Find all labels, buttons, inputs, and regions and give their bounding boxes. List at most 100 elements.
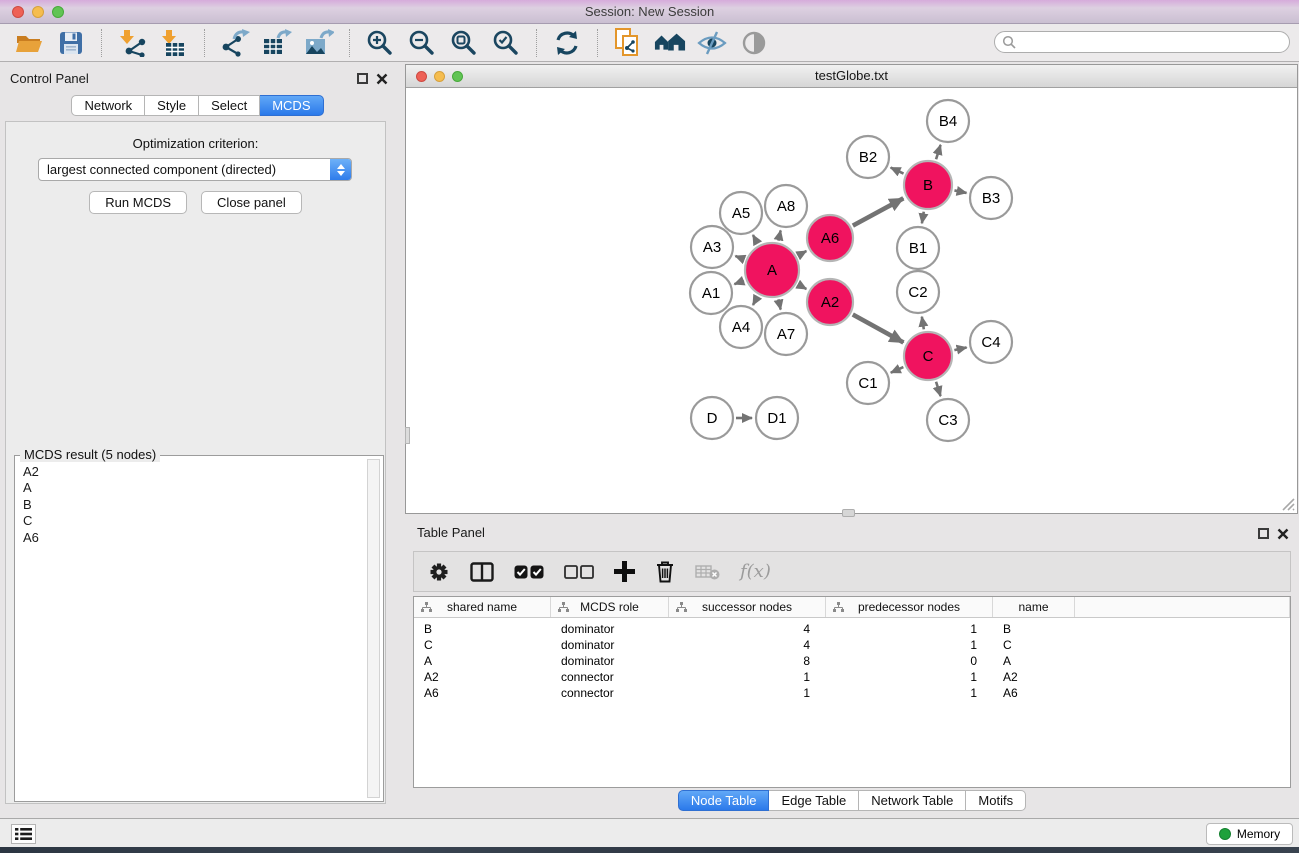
column-header-predecessor-nodes[interactable]: predecessor nodes bbox=[826, 597, 993, 617]
graph-node-C3[interactable]: C3 bbox=[927, 399, 969, 441]
create-column-button[interactable] bbox=[614, 561, 635, 582]
run-mcds-button[interactable]: Run MCDS bbox=[89, 191, 187, 214]
mcds-result-item[interactable]: C bbox=[23, 513, 367, 529]
table-row[interactable]: A6connector11A6 bbox=[414, 685, 1290, 701]
control-panel-float-button[interactable] bbox=[357, 73, 368, 84]
minimize-window-button[interactable] bbox=[32, 6, 44, 18]
close-window-button[interactable] bbox=[12, 6, 24, 18]
import-network-button[interactable] bbox=[116, 27, 148, 59]
graph-node-B[interactable]: B bbox=[904, 161, 952, 209]
graph-edge-B-B4[interactable] bbox=[936, 145, 940, 159]
table-row[interactable]: Bdominator41B bbox=[414, 621, 1290, 637]
mcds-result-scrollbar[interactable] bbox=[367, 459, 380, 798]
graph-edge-A-A3[interactable] bbox=[735, 256, 744, 259]
table-settings-button[interactable] bbox=[428, 561, 450, 583]
graph-edge-C-C3[interactable] bbox=[936, 382, 940, 396]
zoom-selected-button[interactable] bbox=[490, 27, 522, 59]
search-input[interactable] bbox=[1017, 33, 1289, 51]
graph-node-B3[interactable]: B3 bbox=[970, 177, 1012, 219]
dropdown-stepper[interactable] bbox=[330, 159, 351, 180]
column-header-mcds-role[interactable]: MCDS role bbox=[551, 597, 669, 617]
criterion-dropdown[interactable]: largest connected component (directed) bbox=[38, 158, 352, 181]
network-zoom-button[interactable] bbox=[452, 71, 463, 82]
show-column-panel-button[interactable] bbox=[470, 562, 494, 582]
delete-columns-button[interactable] bbox=[655, 560, 675, 583]
tab-edge-table[interactable]: Edge Table bbox=[769, 790, 859, 811]
zoom-window-button[interactable] bbox=[52, 6, 64, 18]
graph-node-A3[interactable]: A3 bbox=[691, 226, 733, 268]
resize-grip-icon[interactable] bbox=[1280, 496, 1295, 511]
graph-edge-A-A4[interactable] bbox=[753, 296, 758, 305]
mcds-result-item[interactable]: A bbox=[23, 480, 367, 496]
column-header-name[interactable]: name bbox=[993, 597, 1075, 617]
save-session-button[interactable] bbox=[55, 27, 87, 59]
tab-mcds[interactable]: MCDS bbox=[260, 95, 323, 116]
graph-edge-B-B1[interactable] bbox=[922, 212, 924, 224]
graph-node-D1[interactable]: D1 bbox=[756, 397, 798, 439]
graph-edge-A-A1[interactable] bbox=[734, 281, 744, 285]
table-row[interactable]: Adominator80A bbox=[414, 653, 1290, 669]
column-header-shared-name[interactable]: shared name bbox=[414, 597, 551, 617]
graph-edge-B-B3[interactable] bbox=[954, 190, 966, 192]
table-panel-close-button[interactable] bbox=[1277, 528, 1289, 540]
graph-edge-A2-C[interactable] bbox=[853, 315, 904, 343]
tab-node-table[interactable]: Node Table bbox=[678, 790, 770, 811]
graph-node-A7[interactable]: A7 bbox=[765, 313, 807, 355]
table-row[interactable]: A2connector11A2 bbox=[414, 669, 1290, 685]
function-builder-button[interactable]: f(x) bbox=[740, 561, 771, 582]
tab-motifs[interactable]: Motifs bbox=[966, 790, 1026, 811]
graph-edge-A-A2[interactable] bbox=[798, 284, 806, 288]
refresh-button[interactable] bbox=[551, 27, 583, 59]
graph-node-A2[interactable]: A2 bbox=[807, 279, 853, 325]
graph-edge-A-A5[interactable] bbox=[753, 235, 758, 244]
mcds-result-item[interactable]: B bbox=[23, 497, 367, 513]
tab-network[interactable]: Network bbox=[71, 95, 145, 116]
mcds-result-item[interactable]: A2 bbox=[23, 464, 367, 480]
export-image-button[interactable] bbox=[303, 27, 335, 59]
mcds-result-item[interactable]: A6 bbox=[23, 530, 367, 546]
delete-table-button[interactable] bbox=[695, 563, 720, 580]
control-panel-close-button[interactable] bbox=[376, 73, 388, 85]
network-minimize-button[interactable] bbox=[434, 71, 445, 82]
select-all-columns-button[interactable] bbox=[514, 565, 544, 579]
hide-graphics-details-button[interactable] bbox=[696, 27, 728, 59]
graph-node-C2[interactable]: C2 bbox=[897, 271, 939, 313]
graph-edge-A-A6[interactable] bbox=[798, 251, 806, 255]
network-close-button[interactable] bbox=[416, 71, 427, 82]
export-network-button[interactable] bbox=[219, 27, 251, 59]
graph-node-B2[interactable]: B2 bbox=[847, 136, 889, 178]
graph-node-A[interactable]: A bbox=[745, 243, 799, 297]
memory-button[interactable]: Memory bbox=[1206, 823, 1293, 845]
graph-node-B4[interactable]: B4 bbox=[927, 100, 969, 142]
graph-edge-C-C4[interactable] bbox=[954, 347, 966, 350]
horizontal-divider-grip[interactable] bbox=[842, 509, 855, 517]
show-graphics-details-button[interactable] bbox=[738, 27, 770, 59]
search-field[interactable] bbox=[994, 31, 1290, 53]
graph-edge-C-C1[interactable] bbox=[891, 367, 904, 373]
graph-edge-B-B2[interactable] bbox=[891, 168, 904, 174]
graph-edge-A6-B[interactable] bbox=[853, 198, 904, 225]
graph-node-A1[interactable]: A1 bbox=[690, 272, 732, 314]
show-panels-button[interactable] bbox=[11, 824, 36, 844]
import-table-button[interactable] bbox=[158, 27, 190, 59]
zoom-fit-button[interactable] bbox=[448, 27, 480, 59]
column-header-successor-nodes[interactable]: successor nodes bbox=[669, 597, 826, 617]
graph-node-A4[interactable]: A4 bbox=[720, 306, 762, 348]
open-session-button[interactable] bbox=[13, 27, 45, 59]
graph-node-A5[interactable]: A5 bbox=[720, 192, 762, 234]
duplicate-network-button[interactable] bbox=[612, 27, 644, 59]
network-window-titlebar[interactable]: testGlobe.txt bbox=[406, 65, 1297, 88]
table-panel-float-button[interactable] bbox=[1258, 528, 1269, 539]
unselect-all-columns-button[interactable] bbox=[564, 565, 594, 579]
tab-style[interactable]: Style bbox=[145, 95, 199, 116]
export-table-button[interactable] bbox=[261, 27, 293, 59]
network-graph[interactable]: B4B2BB3A8A5A6B1A3AC2A1A2A4A7C4CC1C3DD1 bbox=[406, 88, 1297, 513]
graph-node-B1[interactable]: B1 bbox=[897, 227, 939, 269]
zoom-in-button[interactable] bbox=[364, 27, 396, 59]
split-divider-grip[interactable] bbox=[405, 427, 410, 444]
graph-edge-A-A7[interactable] bbox=[778, 299, 780, 309]
graph-node-D[interactable]: D bbox=[691, 397, 733, 439]
network-overview-button[interactable] bbox=[654, 27, 686, 59]
table-row[interactable]: Cdominator41C bbox=[414, 637, 1290, 653]
zoom-out-button[interactable] bbox=[406, 27, 438, 59]
